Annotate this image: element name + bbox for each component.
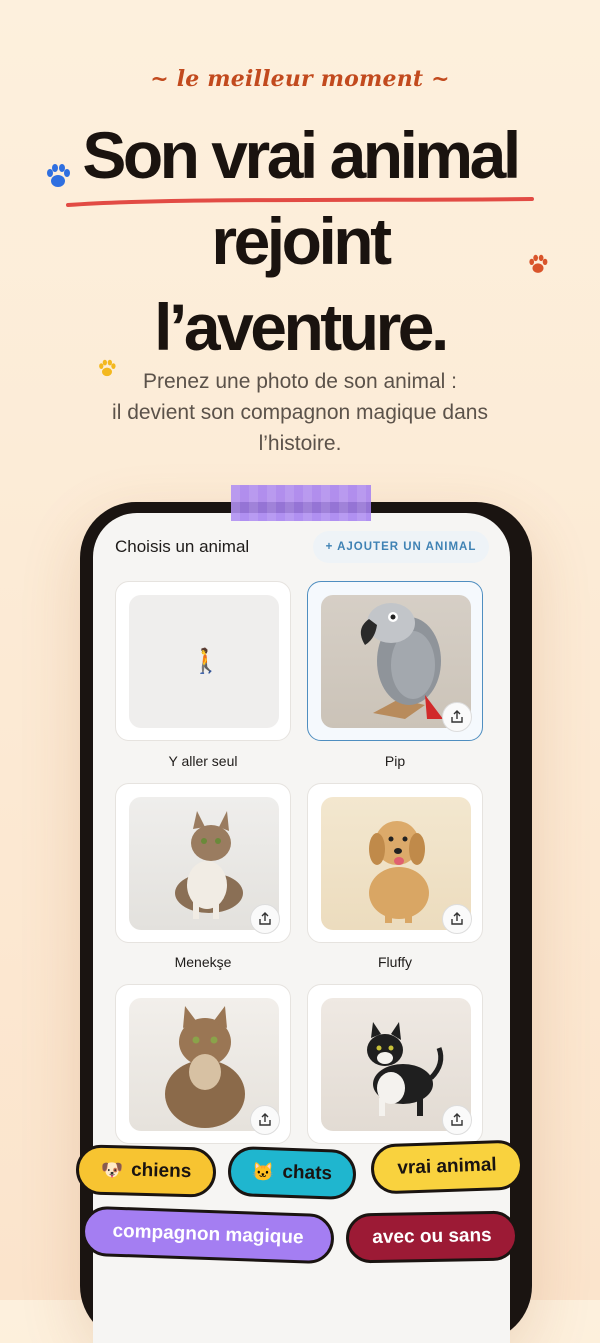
red-underline [66, 197, 534, 207]
tag-vrai-animal[interactable]: vrai animal [370, 1139, 524, 1195]
tag-compagnon-magique[interactable]: compagnon magique [81, 1205, 335, 1265]
animal-card-alone[interactable]: 🚶 [115, 581, 291, 741]
animal-card-fluffy[interactable] [307, 783, 483, 943]
tagline: ~ le meilleur moment ~ [150, 66, 450, 92]
person-walking-icon: 🚶 [191, 648, 221, 675]
tag-chiens[interactable]: 🐶 chiens [75, 1144, 217, 1198]
animal-card-tuxedo[interactable] [307, 984, 483, 1144]
tag-label: avec ou sans [372, 1224, 492, 1249]
share-icon[interactable] [442, 904, 472, 934]
animal-label: Fluffy [378, 954, 412, 970]
share-icon[interactable] [250, 1105, 280, 1135]
tag-label: vrai animal [397, 1154, 497, 1179]
subtitle-line: Prenez une photo de son animal : [142, 370, 458, 393]
screen-title: Choisis un animal [115, 537, 250, 556]
add-animal-button[interactable]: + AJOUTER UN ANIMAL [313, 531, 489, 563]
animal-label: Menekşe [174, 954, 232, 970]
tag-label: compagnon magique [112, 1220, 304, 1249]
washi-tape [231, 485, 371, 521]
tag-label: chiens [130, 1159, 192, 1183]
animal-label: Pip [384, 753, 406, 769]
tag-chats[interactable]: 🐱 chats [227, 1145, 357, 1201]
share-icon[interactable] [442, 1105, 472, 1135]
animal-card-maine-coon[interactable] [115, 984, 291, 1144]
subtitle-line: l’histoire. [258, 432, 342, 455]
tag-label: chats [282, 1161, 333, 1185]
headline-line: l’aventure. [154, 290, 449, 364]
thumb-empty: 🚶 [129, 595, 279, 728]
subtitle-line: il devient son compagnon magique dans [112, 401, 488, 424]
share-icon[interactable] [250, 904, 280, 934]
share-icon[interactable] [442, 702, 472, 732]
tag-avec-ou-sans[interactable]: avec ou sans [345, 1210, 519, 1264]
paw-icon-orange [529, 254, 548, 273]
dog-icon: 🐶 [100, 1159, 124, 1180]
subtitle: Prenez une photo de son animal : il devi… [60, 366, 540, 459]
headline-line: Son vrai animal [82, 118, 521, 192]
animal-label: Y aller seul [168, 753, 238, 769]
headline: Son vrai animal rejoint l’aventure. [0, 112, 600, 370]
animal-card-menekse[interactable] [115, 783, 291, 943]
cat-icon: 🐱 [251, 1161, 275, 1182]
animal-card-pip[interactable] [307, 581, 483, 741]
